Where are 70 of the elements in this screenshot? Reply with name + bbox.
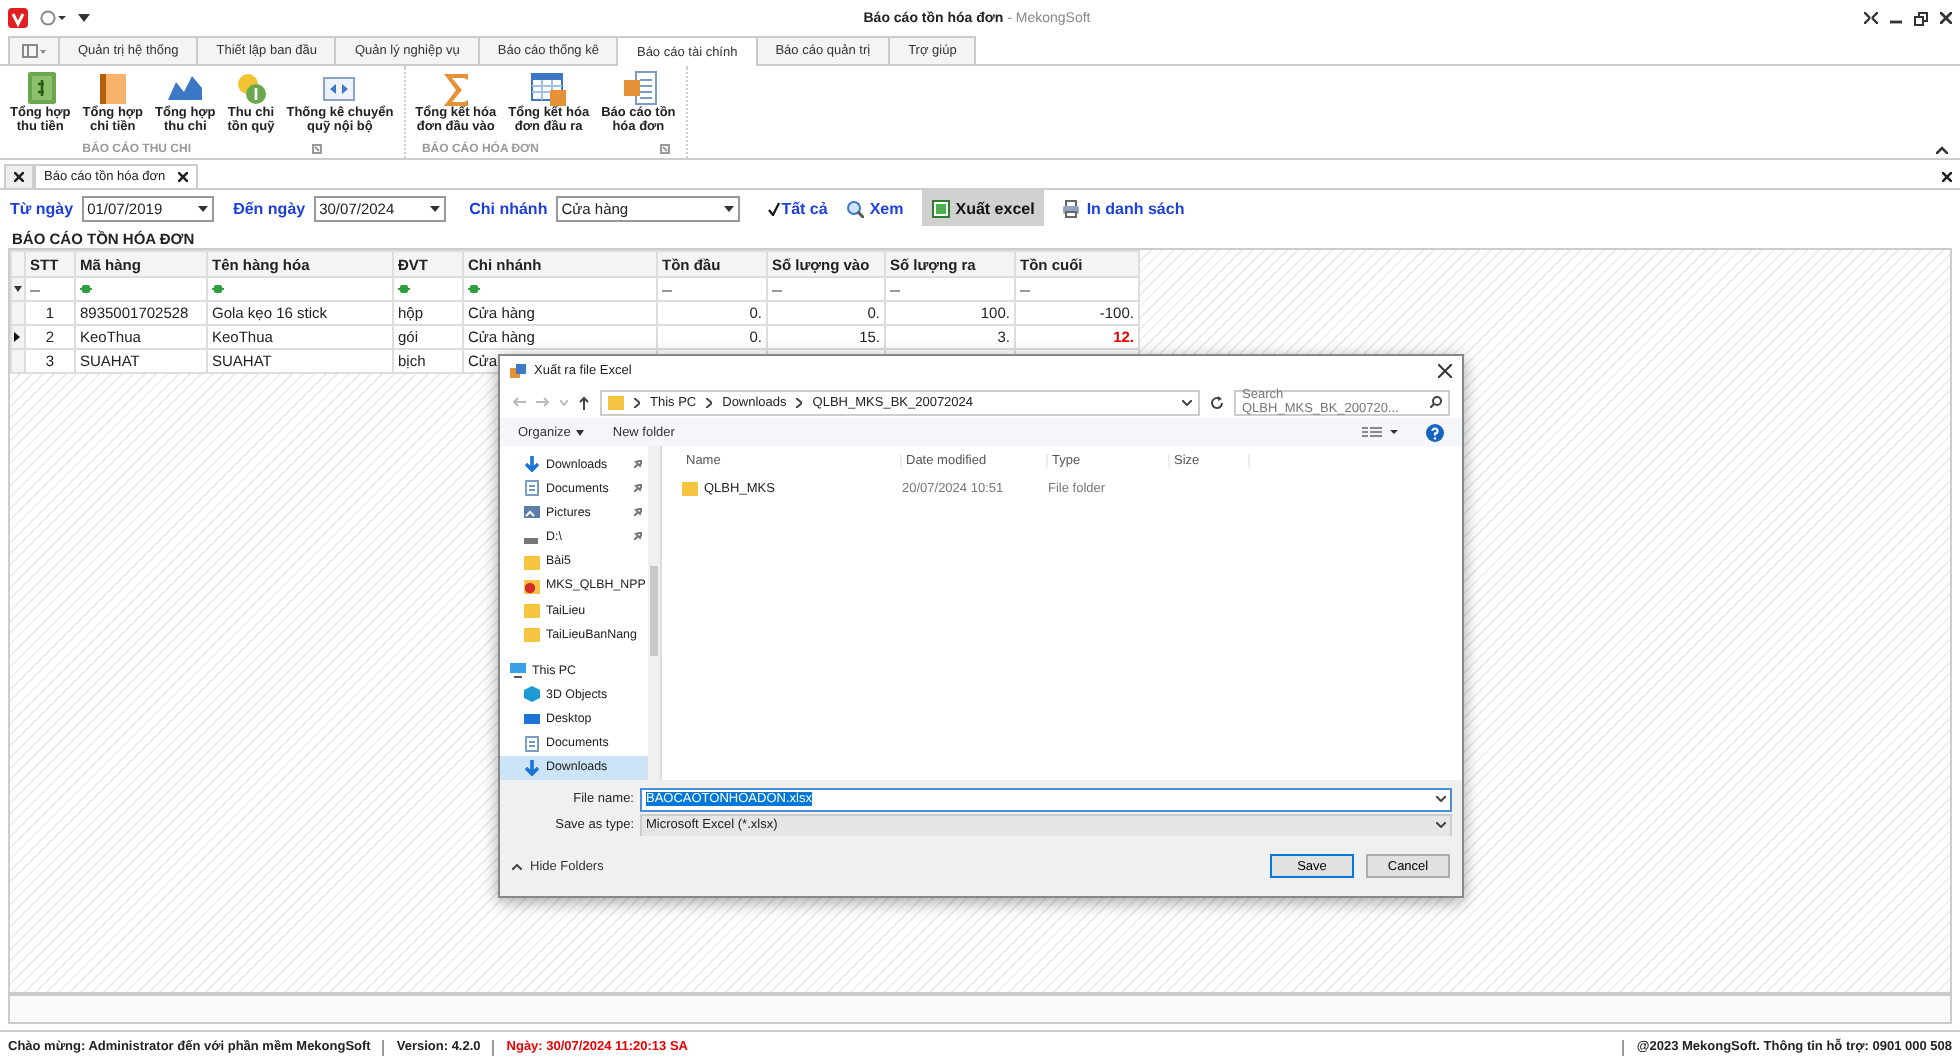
circle-dropdown-icon[interactable] xyxy=(40,10,66,26)
up-arrow-icon[interactable] xyxy=(578,395,590,409)
document-icon xyxy=(524,480,540,497)
filter-cell[interactable] xyxy=(463,277,657,301)
caret-icon xyxy=(197,205,208,211)
document-icon xyxy=(619,70,658,106)
restore-icon[interactable] xyxy=(1914,11,1928,25)
cube-icon xyxy=(524,686,540,703)
app-logo-icon xyxy=(8,8,28,28)
menu-button[interactable] xyxy=(8,36,60,64)
filter-cell[interactable] xyxy=(657,277,767,301)
pin-icon xyxy=(634,508,642,517)
pin-icon xyxy=(634,532,642,541)
filter-cell[interactable] xyxy=(767,277,885,301)
forward-arrow-icon[interactable] xyxy=(536,396,550,408)
document-icon xyxy=(524,735,540,752)
folder-icon xyxy=(524,553,540,570)
refresh-icon[interactable] xyxy=(1210,395,1224,409)
close-icon[interactable] xyxy=(14,172,24,182)
app-icon xyxy=(524,577,540,594)
download-arrow-icon xyxy=(524,759,540,776)
caret-icon xyxy=(429,205,440,211)
dropdown-icon[interactable] xyxy=(78,14,90,22)
chevron-icon xyxy=(796,397,803,407)
filter-cell[interactable] xyxy=(885,277,1015,301)
expand-icon[interactable] xyxy=(659,144,669,154)
printer-icon xyxy=(1062,199,1081,217)
scrollbar-thumb[interactable] xyxy=(650,566,658,656)
all-checkbox[interactable]: Tất cả xyxy=(767,199,828,217)
search-icon xyxy=(845,199,864,217)
toolbar-button[interactable]: In danh sách xyxy=(1052,190,1195,226)
monitor-icon xyxy=(524,711,540,728)
download-arrow-icon xyxy=(524,456,540,473)
close-icon[interactable] xyxy=(1942,172,1952,182)
collapse-icon[interactable] xyxy=(1936,146,1948,154)
app-icon xyxy=(510,363,526,379)
help-icon[interactable] xyxy=(1426,423,1444,441)
computer-icon xyxy=(510,662,526,679)
caret-icon[interactable] xyxy=(1182,399,1192,405)
pin-icon xyxy=(634,484,642,493)
caret-icon xyxy=(576,429,585,435)
caret-icon xyxy=(723,205,734,211)
filter-cell[interactable] xyxy=(1015,277,1139,301)
view-options-icon[interactable] xyxy=(1362,426,1398,438)
spreadsheet-icon xyxy=(931,199,950,217)
close-icon[interactable] xyxy=(1438,364,1452,378)
picture-icon xyxy=(524,504,540,521)
folder-icon xyxy=(608,394,624,410)
search-icon xyxy=(1430,396,1442,408)
pin-icon xyxy=(634,460,642,468)
caret-icon xyxy=(1436,796,1446,802)
caret-icon xyxy=(1436,822,1446,828)
toolbar-button[interactable]: Xuất excel xyxy=(921,190,1045,226)
chevron-icon xyxy=(634,397,640,407)
close-icon[interactable] xyxy=(177,172,188,182)
field-label: Từ ngày xyxy=(10,199,74,217)
field-label: Chi nhánh xyxy=(469,199,548,217)
filter-cell[interactable] xyxy=(75,277,207,301)
toolbar-button[interactable]: Xem xyxy=(835,190,914,226)
checkmark-icon xyxy=(767,201,780,215)
expand-icon[interactable] xyxy=(311,144,321,154)
chevron-icon xyxy=(706,397,713,407)
close-icon[interactable] xyxy=(1940,12,1952,24)
filter-cell[interactable] xyxy=(207,277,393,301)
field-label: Đến ngày xyxy=(233,199,306,217)
folder-icon xyxy=(682,480,698,496)
chevron-up-icon xyxy=(512,863,522,869)
menu-icon xyxy=(22,44,46,58)
table-icon xyxy=(529,70,568,106)
back-arrow-icon[interactable] xyxy=(512,396,526,408)
